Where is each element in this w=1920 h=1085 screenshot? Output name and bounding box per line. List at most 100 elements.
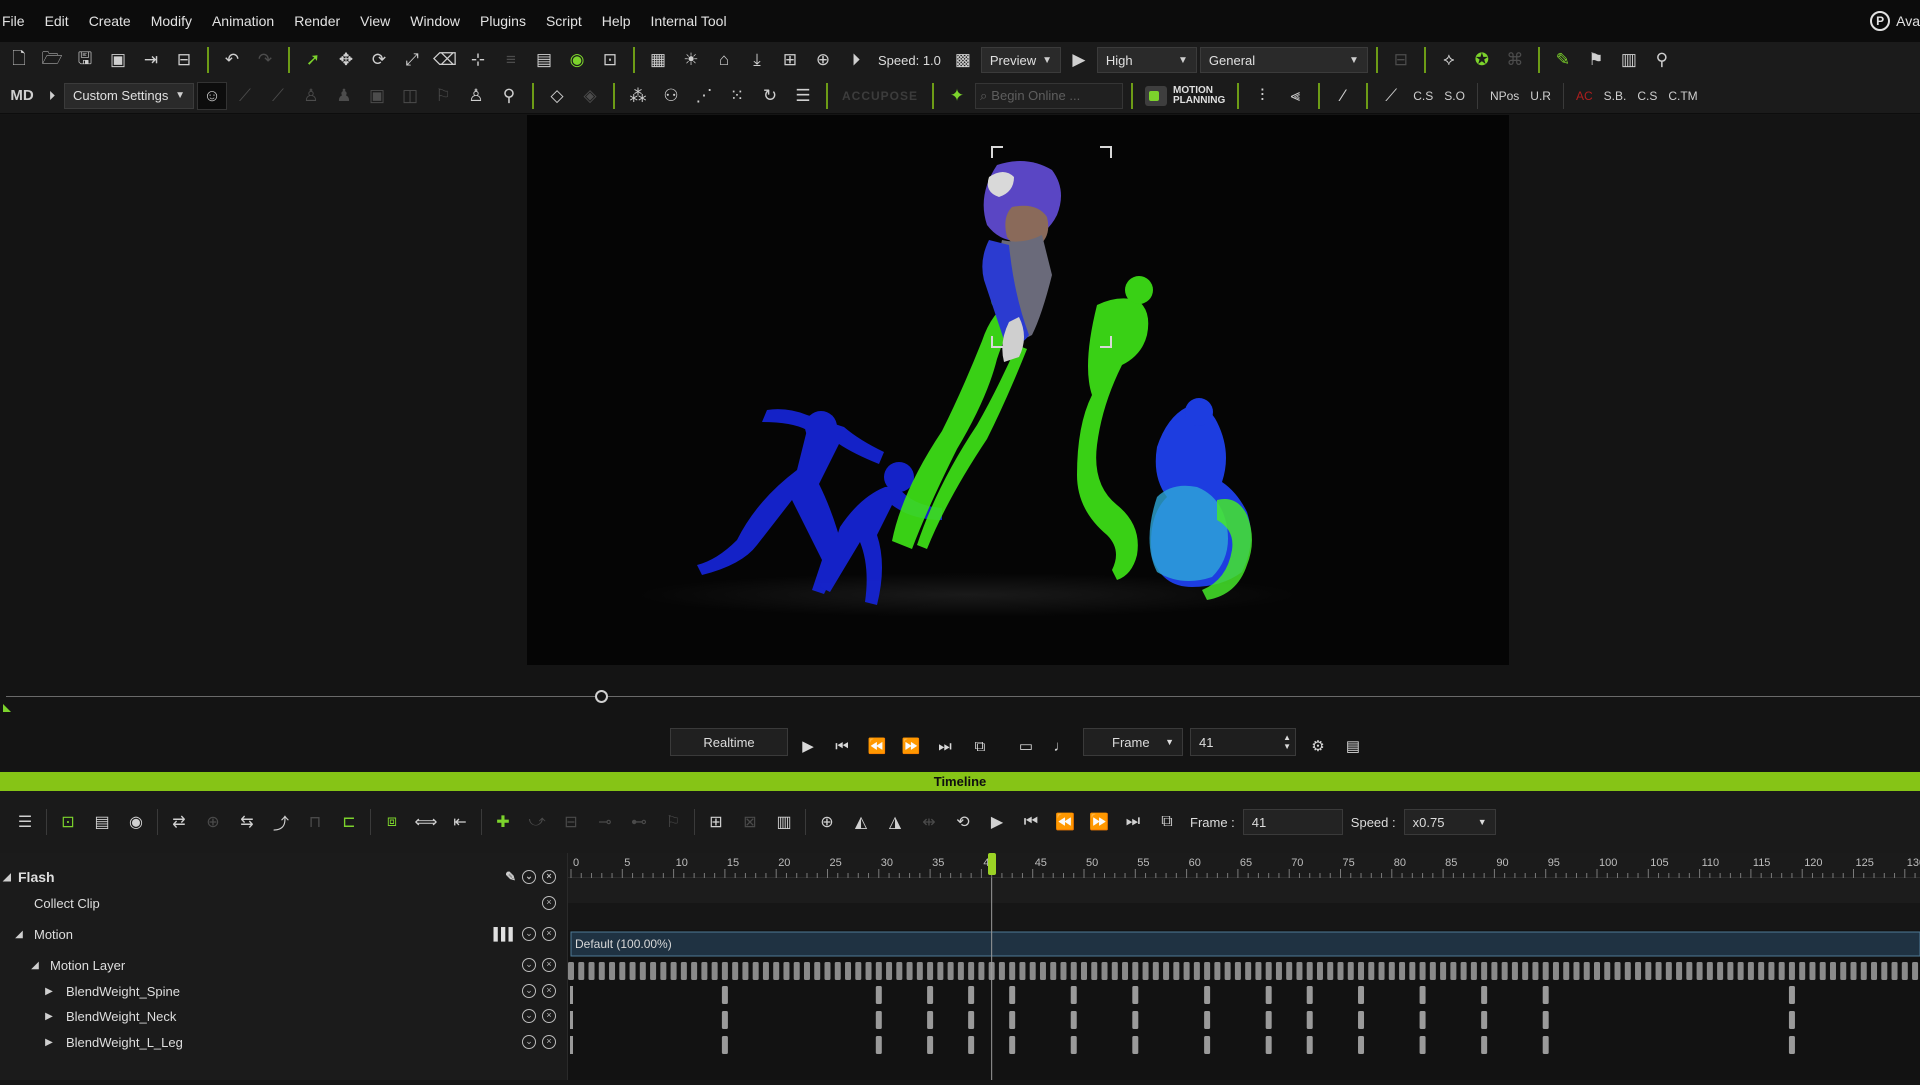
insert-icon[interactable]: ⊕ bbox=[198, 808, 228, 836]
menu-view[interactable]: View bbox=[350, 0, 400, 42]
expand-arrow-icon[interactable]: ▶ bbox=[42, 1011, 56, 1022]
motion-layer-key[interactable] bbox=[1573, 962, 1580, 980]
motion-layer-key[interactable] bbox=[1717, 962, 1724, 980]
ac-toggle[interactable]: AC bbox=[1572, 89, 1597, 103]
brush-icon[interactable]: ⁄ bbox=[1328, 82, 1358, 110]
pose-icon-2[interactable]: ⟋ bbox=[263, 82, 293, 110]
panel-toggle-icon[interactable]: ▤ bbox=[1340, 732, 1366, 760]
motion-layer-key[interactable] bbox=[1758, 962, 1765, 980]
blendweight-key[interactable] bbox=[1070, 1011, 1077, 1029]
blendweight-key[interactable] bbox=[1265, 1036, 1272, 1054]
menu-script[interactable]: Script bbox=[536, 0, 592, 42]
face-icon[interactable]: ☺ bbox=[197, 81, 227, 110]
motion-layer-key[interactable] bbox=[1337, 962, 1344, 980]
motion-layer-key[interactable] bbox=[1091, 962, 1098, 980]
expand-arrow-icon[interactable]: ▶ bbox=[42, 1037, 56, 1048]
settings-gear-icon[interactable]: ⚙ bbox=[1305, 732, 1331, 760]
blendweight-key[interactable] bbox=[1009, 1011, 1016, 1029]
blendweight-key[interactable] bbox=[1009, 1036, 1016, 1054]
mirror-icon[interactable]: ◇ bbox=[542, 82, 572, 110]
motion-layer-key[interactable] bbox=[1101, 962, 1108, 980]
timeline-loop-icon[interactable]: ⧉ bbox=[1152, 808, 1182, 836]
eye-icon[interactable]: ◉ bbox=[562, 46, 592, 74]
collapse-arrow-icon[interactable]: ◢ bbox=[0, 872, 14, 883]
layers-icon[interactable]: ▤ bbox=[529, 46, 559, 74]
blendweight-key[interactable] bbox=[721, 1036, 728, 1054]
clipboard-icon[interactable]: ▥ bbox=[1614, 46, 1644, 74]
motion-layer-key[interactable] bbox=[752, 962, 759, 980]
next-frame-icon[interactable]: ⏩ bbox=[898, 732, 924, 760]
motion-layer-key[interactable] bbox=[1829, 962, 1836, 980]
motion-layer-key[interactable] bbox=[1029, 962, 1036, 980]
motion-layer-key[interactable] bbox=[619, 962, 626, 980]
track-row-blendweight-spine[interactable]: ▶ BlendWeight_Spine ⌄ × bbox=[0, 981, 568, 1001]
link-keys-icon[interactable]: ⊸ bbox=[590, 808, 620, 836]
blendweight-key[interactable] bbox=[927, 986, 934, 1004]
motion-layer-key[interactable] bbox=[824, 962, 831, 980]
blendweight-key[interactable] bbox=[927, 1036, 934, 1054]
grid-dots-icon[interactable]: ⁙ bbox=[722, 82, 752, 110]
motion-layer-key[interactable] bbox=[1050, 962, 1057, 980]
online-search-input[interactable]: ⌕ Begin Online ... bbox=[975, 82, 1124, 109]
timeline-track-area[interactable]: Default (100.00%) bbox=[568, 878, 1920, 1080]
edit-pencil-icon[interactable]: ✎ bbox=[505, 869, 516, 885]
motion-layer-key[interactable] bbox=[1470, 962, 1477, 980]
motion-layer-key[interactable] bbox=[670, 962, 677, 980]
blendweight-key[interactable] bbox=[1132, 1011, 1139, 1029]
blendweight-key[interactable] bbox=[1265, 986, 1272, 1004]
zoom-icon[interactable]: ⊕ bbox=[812, 808, 842, 836]
timeline-end-icon[interactable]: ⏭ bbox=[1118, 808, 1148, 836]
camera-frame-icon[interactable]: ▦ bbox=[643, 46, 673, 74]
blendweight-key[interactable] bbox=[1306, 986, 1313, 1004]
timeline-ruler[interactable]: 0510152025303540455055606570758085909510… bbox=[568, 853, 1920, 878]
motion-layer-key[interactable] bbox=[1265, 962, 1272, 980]
zoom-frame-icon[interactable]: ⊕ bbox=[808, 46, 838, 74]
motion-layer-key[interactable] bbox=[1511, 962, 1518, 980]
timeline-speed-dropdown[interactable]: x0.75 ▼ bbox=[1403, 809, 1496, 835]
motion-layer-key[interactable] bbox=[865, 962, 872, 980]
motion-layer-key[interactable] bbox=[1163, 962, 1170, 980]
motion-layer-key[interactable] bbox=[1614, 962, 1621, 980]
motion-layer-key[interactable] bbox=[773, 962, 780, 980]
motion-layer-key[interactable] bbox=[650, 962, 657, 980]
motion-layer-key[interactable] bbox=[609, 962, 616, 980]
motion-layer-key[interactable] bbox=[1173, 962, 1180, 980]
scrubber-knob[interactable] bbox=[595, 690, 608, 703]
remove-icon[interactable]: × bbox=[542, 1009, 556, 1023]
quality-dropdown[interactable]: High ▼ bbox=[1096, 47, 1197, 73]
motion-layer-key[interactable] bbox=[896, 962, 903, 980]
motion-layer-key[interactable] bbox=[1060, 962, 1067, 980]
clip-bars-icon[interactable]: ▌▌▌ bbox=[493, 927, 516, 941]
motion-layer-key[interactable] bbox=[1450, 962, 1457, 980]
move-icon[interactable]: ✥ bbox=[331, 46, 361, 74]
motion-layer-key[interactable] bbox=[1840, 962, 1847, 980]
subtitle-icon[interactable]: ▭ bbox=[1013, 732, 1039, 760]
track-row-motion-layer[interactable]: ◢ Motion Layer ⌄ × bbox=[0, 955, 568, 975]
motion-layer-key[interactable] bbox=[568, 962, 574, 980]
blendweight-key[interactable] bbox=[1419, 1011, 1426, 1029]
play-circle-icon[interactable]: ⏵ bbox=[43, 82, 61, 110]
motion-layer-key[interactable] bbox=[1594, 962, 1600, 980]
motion-layer-key[interactable] bbox=[1552, 962, 1559, 980]
motion-layer-key[interactable] bbox=[1409, 962, 1416, 980]
timeline-start-icon[interactable]: ⏮ bbox=[1016, 808, 1046, 836]
sliders-icon[interactable]: ☰ bbox=[788, 82, 818, 110]
motion-layer-key[interactable] bbox=[1881, 962, 1888, 980]
attach-icon[interactable]: ⊡ bbox=[595, 46, 625, 74]
playhead-handle[interactable] bbox=[987, 853, 996, 875]
motion-layer-key[interactable] bbox=[803, 962, 810, 980]
motion-layer-key[interactable] bbox=[1019, 962, 1026, 980]
blendweight-key[interactable] bbox=[1419, 986, 1426, 1004]
transfer-icon[interactable]: ⇆ bbox=[232, 808, 262, 836]
motion-layer-key[interactable] bbox=[834, 962, 841, 980]
mark-out-icon[interactable]: ◮ bbox=[880, 808, 910, 836]
blendweight-key[interactable] bbox=[1542, 1011, 1549, 1029]
frame-number-field[interactable]: 41 ▲ ▼ bbox=[1190, 728, 1296, 756]
motion-layer-key[interactable] bbox=[1901, 962, 1908, 980]
blendweight-key[interactable] bbox=[1358, 1011, 1365, 1029]
blendweight-key[interactable] bbox=[875, 1011, 882, 1029]
motion-layer-key[interactable] bbox=[1624, 962, 1631, 980]
motion-layer-key[interactable] bbox=[1327, 962, 1334, 980]
blendweight-key[interactable] bbox=[1265, 1011, 1272, 1029]
preview-dropdown[interactable]: Preview ▼ bbox=[980, 47, 1061, 73]
